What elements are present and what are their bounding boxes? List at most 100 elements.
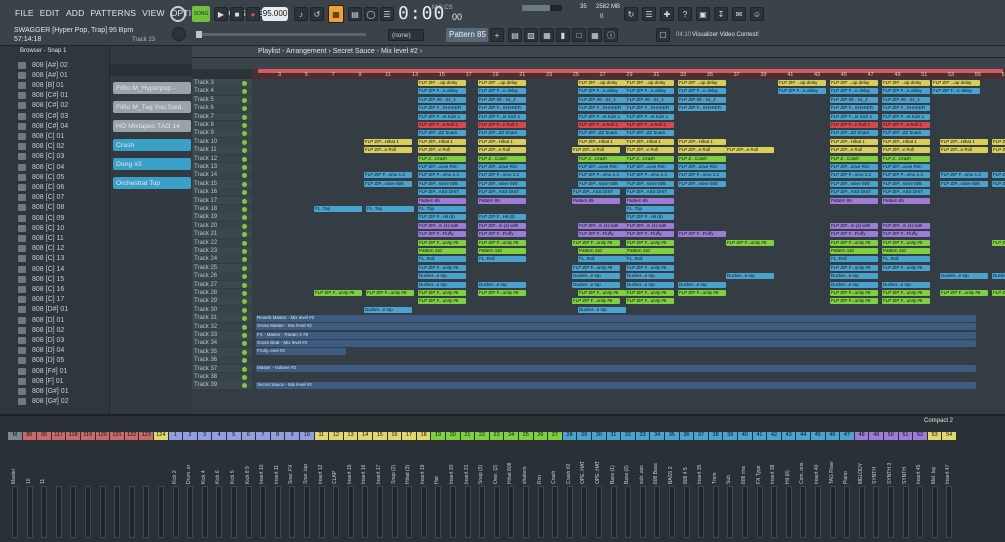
browser-item[interactable]: 808 [C] 07 — [18, 193, 108, 203]
mixer-channel-number[interactable]: 50 — [884, 432, 898, 440]
track-mute-button[interactable] — [242, 333, 247, 338]
mixer-channel-number[interactable]: 19 — [431, 432, 445, 440]
pattern-clip[interactable]: FLP ZIP F...omo 1.3 — [364, 172, 412, 179]
pattern-clip[interactable]: FLP ZIP F...Fluffy — [626, 231, 674, 238]
pattern-clip[interactable]: FLP ZIP...Hihat 1 — [882, 138, 930, 145]
pattern-clip[interactable]: FLP ZIP F...SHAKER — [418, 105, 466, 112]
mixer-channel-number[interactable]: 85 — [22, 432, 37, 440]
mixer-channel-number[interactable]: 17 — [402, 432, 416, 440]
pattern-clip[interactable]: Pattern 110 — [626, 248, 674, 254]
pattern-clip[interactable]: FLP ZIP F...unity #6 — [830, 298, 878, 305]
pattern-clip[interactable]: FLP ZIP F...unity #6 — [418, 264, 466, 271]
stop-icon[interactable]: ■ — [230, 7, 244, 21]
pattern-clip[interactable]: FLP ZIP...ASS DIST — [830, 189, 878, 196]
pattern-clip[interactable]: FLP ZIP...e Roll — [364, 147, 412, 154]
mixer-channel-number[interactable]: M — [8, 432, 22, 440]
mixer-volume-fader[interactable] — [771, 486, 778, 538]
timeline-ruler[interactable]: 3 5 7 9 11 13 15 17 19 21 23 25 27 29 31 33 35 37 39 41 43 45… — [252, 69, 1005, 79]
pattern-clip[interactable]: FLP ZIP...e Roll — [940, 147, 988, 154]
mixer-volume-fader[interactable] — [844, 486, 851, 538]
automation-clip[interactable]: Gross Beat - Mix level #2 — [256, 339, 976, 347]
mixer-channel-number[interactable]: 36 — [679, 432, 694, 440]
track-mute-button[interactable] — [242, 249, 247, 254]
pattern-clip[interactable]: FLP ZIP F...unity #5 — [626, 239, 674, 246]
pattern-clip[interactable]: FLP ZIP F...unity #6 — [830, 264, 878, 271]
automation-clip[interactable]: Fruity..evel #2 — [256, 348, 346, 356]
pattern-clip[interactable]: FLP ZIP...Hihat 1 — [364, 138, 412, 145]
pattern-clip[interactable]: Pattern 85 — [626, 197, 674, 204]
mixer-volume-fader[interactable] — [888, 486, 894, 538]
mixer-channel-number[interactable]: 5 — [227, 432, 241, 440]
pattern-clip[interactable]: FLP ZIP...ssive 508 — [992, 180, 1005, 187]
pattern-clip[interactable]: FLP ZIP F...unity #6 — [578, 290, 626, 296]
mixer-volume-fader[interactable] — [362, 486, 369, 538]
pattern-clip[interactable]: FLP ZIP F...SHAKER — [678, 105, 726, 112]
cart-icon[interactable]: ☐ — [656, 28, 670, 42]
pattern-clip[interactable]: FLP ZIP F...unity #5 — [726, 239, 774, 246]
pattern-clip[interactable]: FLP ZIP ...ap delay — [778, 80, 826, 86]
browser-item[interactable]: 808 [C] 04 — [18, 162, 108, 172]
wait-input-icon[interactable]: ▤ — [348, 7, 362, 21]
pattern-clip[interactable]: FLP ZIP...m (4) with — [478, 222, 526, 229]
pattern-clip[interactable]: FLP ZIP...ssive 508 — [578, 180, 626, 187]
pattern-clip[interactable]: Ducker...e top — [572, 273, 620, 280]
pattern-clip[interactable]: FLP ZIP ...ap delay — [830, 80, 878, 86]
add-pattern-icon[interactable]: + — [490, 28, 504, 42]
pattern-clip[interactable]: FLP Z...Crash — [418, 155, 466, 162]
pattern-clip[interactable]: FLP ZIP...ASS DIST — [626, 189, 674, 196]
mixer-volume-fader[interactable] — [566, 486, 573, 538]
browser-item[interactable]: 808 [A#] 02 — [18, 60, 108, 70]
browser-item[interactable]: 808 [C] 11 — [18, 233, 108, 243]
browser-item[interactable]: 808 [C] 09 — [18, 213, 108, 223]
mixer-volume-fader[interactable] — [158, 486, 164, 538]
mixer-channel-number[interactable]: 27 — [548, 432, 562, 440]
track-mute-button[interactable] — [242, 324, 247, 330]
track-mute-button[interactable] — [242, 81, 247, 86]
mixer-volume-fader[interactable] — [85, 486, 91, 538]
track-mute-button[interactable] — [242, 139, 247, 145]
mixer-channel-number[interactable]: 54 — [942, 432, 956, 440]
mixer-volume-fader[interactable] — [26, 486, 33, 538]
pattern-clip[interactable]: Ducker...e top — [726, 273, 774, 280]
pattern-clip[interactable]: FL..Roll — [578, 256, 626, 263]
pattern-clip[interactable]: FLP ZIP F...unity #5 — [478, 239, 526, 246]
pattern-clip[interactable]: FLP Z...Crash — [626, 155, 674, 162]
pattern-clip[interactable]: FL..Top — [314, 206, 362, 212]
pattern-clip[interactable]: Ducker...e top — [882, 281, 930, 288]
pattern-clip[interactable]: FLP ZIP F...unity #6 — [678, 290, 726, 296]
pattern-clip[interactable]: FLP ZIP F...ic delay — [478, 88, 526, 95]
pattern-clip[interactable]: FLP ZIP F...SHAKER — [578, 105, 626, 112]
mixer-volume-fader[interactable] — [508, 486, 515, 538]
pattern-clip[interactable]: FLP ZIP F...omo 1.3 — [830, 172, 878, 179]
pattern-clip[interactable]: FLP Z...Crash — [578, 155, 626, 162]
pattern-clip[interactable]: FLP ZIP F...unity #5 — [992, 239, 1005, 246]
pattern-clip[interactable]: FLP ZIP...Hihat 1 — [678, 138, 726, 145]
pattern-clip[interactable]: FLP ZIP F...e Roll 2 — [830, 122, 878, 128]
piano-roll-icon[interactable]: ▨ — [524, 28, 538, 42]
pattern-clip[interactable]: FLP ZIP F...unity #6 — [992, 290, 1005, 296]
countdown-icon[interactable]: ◯ — [364, 7, 378, 21]
mixer-volume-fader[interactable] — [245, 486, 252, 538]
mixer-channel-number[interactable]: 2 — [183, 432, 197, 440]
pattern-clip[interactable]: FLP ZIP ...ap delay — [882, 80, 930, 86]
pattern-clip[interactable]: FLP ZIP 08 - 04_2 — [478, 96, 526, 103]
channel-button[interactable]: Dong #2 — [113, 158, 191, 170]
mixer-volume-fader[interactable] — [639, 486, 646, 538]
browser-item[interactable]: 808 [F#] 01 — [18, 366, 108, 376]
pattern-clip[interactable]: FLP ZIP...ZZ Snare — [830, 130, 878, 137]
pattern-clip[interactable]: Pattern 110 — [882, 248, 930, 254]
pattern-clip[interactable]: FLP ZIP...ASS DIST — [418, 189, 466, 196]
browser-item[interactable]: 808 [C] 14 — [18, 264, 108, 274]
browser-item[interactable]: 808 [C] 02 — [18, 142, 108, 152]
browser-item[interactable]: 808 [D#] 01 — [18, 305, 108, 315]
pattern-clip[interactable]: FLP ZIP...ssive 508 — [678, 180, 726, 187]
mixer-channel-number[interactable]: 47 — [840, 432, 854, 440]
pattern-clip[interactable]: Ducker...e top — [626, 281, 674, 288]
pattern-clip[interactable]: FLP ZIP F...SHAKER — [626, 105, 674, 112]
browser-item[interactable]: 808 [D] 02 — [18, 325, 108, 335]
mixer-volume-fader[interactable] — [800, 486, 807, 538]
pattern-clip[interactable]: FLP ZIP...e Roll — [830, 147, 878, 154]
mixer-channel-number[interactable]: 10 — [300, 432, 314, 440]
pattern-clip[interactable]: FLP ZIP F...ic delay — [418, 88, 466, 95]
pattern-clip[interactable]: FLP ZIP F...er Kick 1 — [626, 113, 674, 120]
